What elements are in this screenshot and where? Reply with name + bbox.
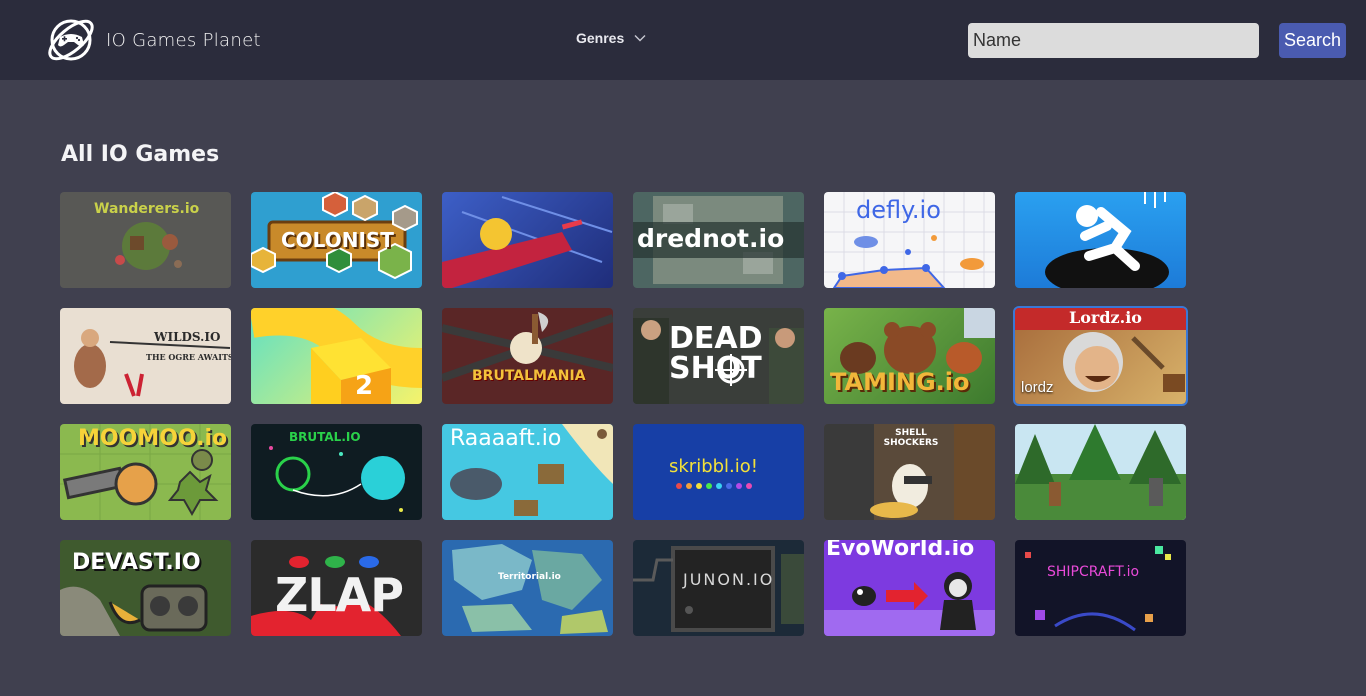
game-tile-drednot[interactable]: drednot.io xyxy=(633,192,804,288)
games-grid: Wanderers.io COLONIST drednot.io defly.i… xyxy=(60,192,1188,636)
game-title-art: Wanderers.io xyxy=(94,201,200,217)
game-title-art: drednot.io xyxy=(637,224,785,253)
game-title-art: JUNON.IO xyxy=(683,570,775,589)
game-title-art: Lordz.io xyxy=(1069,308,1142,327)
game-tile-hole-jump[interactable] xyxy=(1015,192,1186,288)
game-title-art: Raaaaft.io xyxy=(450,426,562,451)
game-title-art: Territorial.io xyxy=(498,572,561,582)
game-thumbnail xyxy=(1025,546,1171,632)
game-thumbnail: 2 xyxy=(251,308,422,404)
game-tile-shipcraft[interactable]: SHIPCRAFT.io xyxy=(1015,540,1186,636)
game-title-art: SHELL SHOCKERS xyxy=(883,428,939,448)
game-title-art: SHIPCRAFT.io xyxy=(1047,564,1140,580)
game-tile-wanderers[interactable]: Wanderers.io xyxy=(60,192,231,288)
game-tile-lordz[interactable]: Lordz.io lordz xyxy=(1013,306,1188,406)
game-tile-ball-runner[interactable] xyxy=(442,192,613,288)
game-title-art: BRUTAL.IO xyxy=(289,430,361,444)
brand-name: IO Games Planet xyxy=(106,29,261,51)
chevron-down-icon xyxy=(634,35,646,42)
game-title-art: WILDS.IO xyxy=(154,330,221,344)
game-tile-territorial[interactable]: Territorial.io xyxy=(442,540,613,636)
navbar: IO Games Planet Genres Search xyxy=(0,0,1366,80)
game-thumbnail xyxy=(452,544,608,634)
game-thumbnail xyxy=(442,312,613,382)
game-title-art: MOOMOO.io xyxy=(78,426,228,451)
game-subtitle-art: THE OGRE AWAITS xyxy=(146,352,231,362)
genres-label: Genres xyxy=(576,30,625,46)
game-tile-colonist[interactable]: COLONIST xyxy=(251,192,422,288)
svg-text:2: 2 xyxy=(355,371,373,401)
game-tile-deadshot[interactable]: DEAD SHOT xyxy=(633,308,804,404)
game-tile-moomoo[interactable]: MOOMOO.io xyxy=(60,424,231,520)
game-title-art: DEAD SHOT xyxy=(669,321,763,386)
game-title-art: ZLAP xyxy=(275,568,404,622)
brand-link[interactable]: IO Games Planet xyxy=(44,13,261,67)
game-title-art: EvoWorld.io xyxy=(826,540,975,561)
game-title-art: defly.io xyxy=(856,196,941,224)
game-tile-evoworld[interactable]: EvoWorld.io xyxy=(824,540,995,636)
game-tile-junon[interactable]: JUNON.IO xyxy=(633,540,804,636)
game-title-art: DEVAST.IO xyxy=(72,550,201,575)
search-button[interactable]: Search xyxy=(1279,23,1346,58)
game-thumbnail xyxy=(1015,424,1186,520)
game-tile-raaaaft[interactable]: Raaaaft.io xyxy=(442,424,613,520)
game-tile-devast[interactable]: DEVAST.IO xyxy=(60,540,231,636)
game-tile-zlap[interactable]: ZLAP xyxy=(251,540,422,636)
game-title-art: TAMING.io xyxy=(830,368,970,396)
game-tile-skribbl[interactable]: skribbl.io! xyxy=(633,424,804,520)
game-title-art: COLONIST xyxy=(281,228,394,252)
game-tile-taming[interactable]: TAMING.io xyxy=(824,308,995,404)
game-tile-brutal[interactable]: BRUTAL.IO xyxy=(251,424,422,520)
game-thumbnail xyxy=(1045,192,1169,288)
search-input[interactable] xyxy=(968,23,1259,58)
planet-gamepad-icon xyxy=(48,19,94,61)
page-title: All IO Games xyxy=(61,142,220,167)
game-thumbnail xyxy=(442,196,613,288)
game-tile-brutalmania[interactable]: BRUTALMANIA xyxy=(442,308,613,404)
game-title-art: BRUTALMANIA xyxy=(472,368,586,384)
game-hover-label: lordz xyxy=(1021,379,1054,396)
game-tile-cube-run[interactable]: 2 xyxy=(251,308,422,404)
game-tile-defly[interactable]: defly.io xyxy=(824,192,995,288)
genres-dropdown[interactable]: Genres xyxy=(576,30,646,46)
game-tile-forest-archers[interactable] xyxy=(1015,424,1186,520)
game-tile-shell-shockers[interactable]: SHELL SHOCKERS xyxy=(824,424,995,520)
game-title-art: skribbl.io! xyxy=(669,456,759,477)
game-tile-wilds[interactable]: WILDS.IO THE OGRE AWAITS xyxy=(60,308,231,404)
